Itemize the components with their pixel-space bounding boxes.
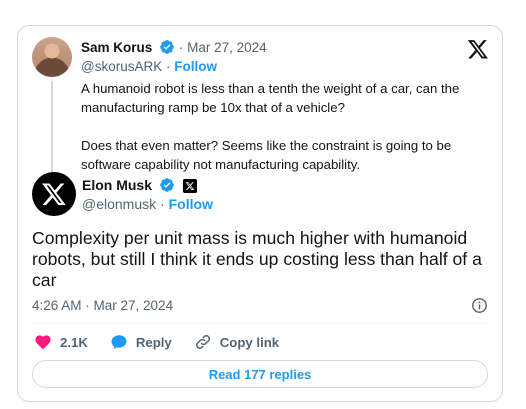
follow-button[interactable]: Follow — [169, 196, 213, 212]
separator-dot: · — [178, 40, 184, 55]
like-button[interactable]: 2.1K — [34, 333, 88, 351]
reply-button[interactable]: Reply — [110, 333, 172, 351]
parent-handle-row: @skorusARK · Follow — [81, 59, 217, 74]
like-count: 2.1K — [60, 334, 88, 350]
avatar[interactable] — [32, 172, 76, 216]
author-handle[interactable]: @elonmusk — [82, 196, 156, 212]
divider — [32, 323, 488, 324]
info-icon[interactable] — [471, 297, 488, 314]
author-handle[interactable]: @skorusARK — [81, 59, 162, 74]
copy-link-button[interactable]: Copy link — [194, 333, 279, 351]
author-name[interactable]: Sam Korus — [81, 40, 152, 55]
separator-dot: · — [160, 196, 165, 212]
parent-tweet-text: A humanoid robot is less than a tenth th… — [81, 81, 460, 172]
reply-bubble-icon — [111, 335, 127, 350]
tweet-timestamp[interactable]: 4:26 AM · Mar 27, 2024 — [32, 298, 173, 313]
embedded-tweet-card[interactable]: Sam Korus · Mar 27, 2024 @skorusARK · Fo… — [17, 25, 503, 402]
author-name[interactable]: Elon Musk — [82, 177, 152, 193]
action-bar: 2.1K Reply Copy link — [34, 333, 301, 351]
heart-icon — [35, 335, 51, 350]
x-logo-icon — [41, 183, 66, 206]
x-affiliate-badge-icon — [182, 179, 197, 193]
follow-button[interactable]: Follow — [174, 59, 217, 74]
copy-link-label: Copy link — [219, 334, 280, 350]
main-name-row: Elon Musk — [82, 177, 197, 193]
main-handle-row: @elonmusk · Follow — [82, 196, 213, 212]
main-tweet-text: Complexity per unit mass is much higher … — [32, 228, 482, 290]
reply-label: Reply — [135, 334, 172, 350]
link-icon — [195, 334, 210, 350]
parent-header: Sam Korus · Mar 27, 2024 — [81, 39, 481, 55]
read-replies-button[interactable]: Read 177 replies — [32, 360, 488, 388]
tweet-date[interactable]: Mar 27, 2024 — [187, 40, 267, 55]
separator-dot: · — [166, 59, 171, 74]
thread-line — [51, 81, 53, 173]
avatar[interactable] — [32, 37, 72, 77]
verified-badge-icon — [160, 178, 174, 192]
verified-badge-icon — [160, 40, 174, 54]
